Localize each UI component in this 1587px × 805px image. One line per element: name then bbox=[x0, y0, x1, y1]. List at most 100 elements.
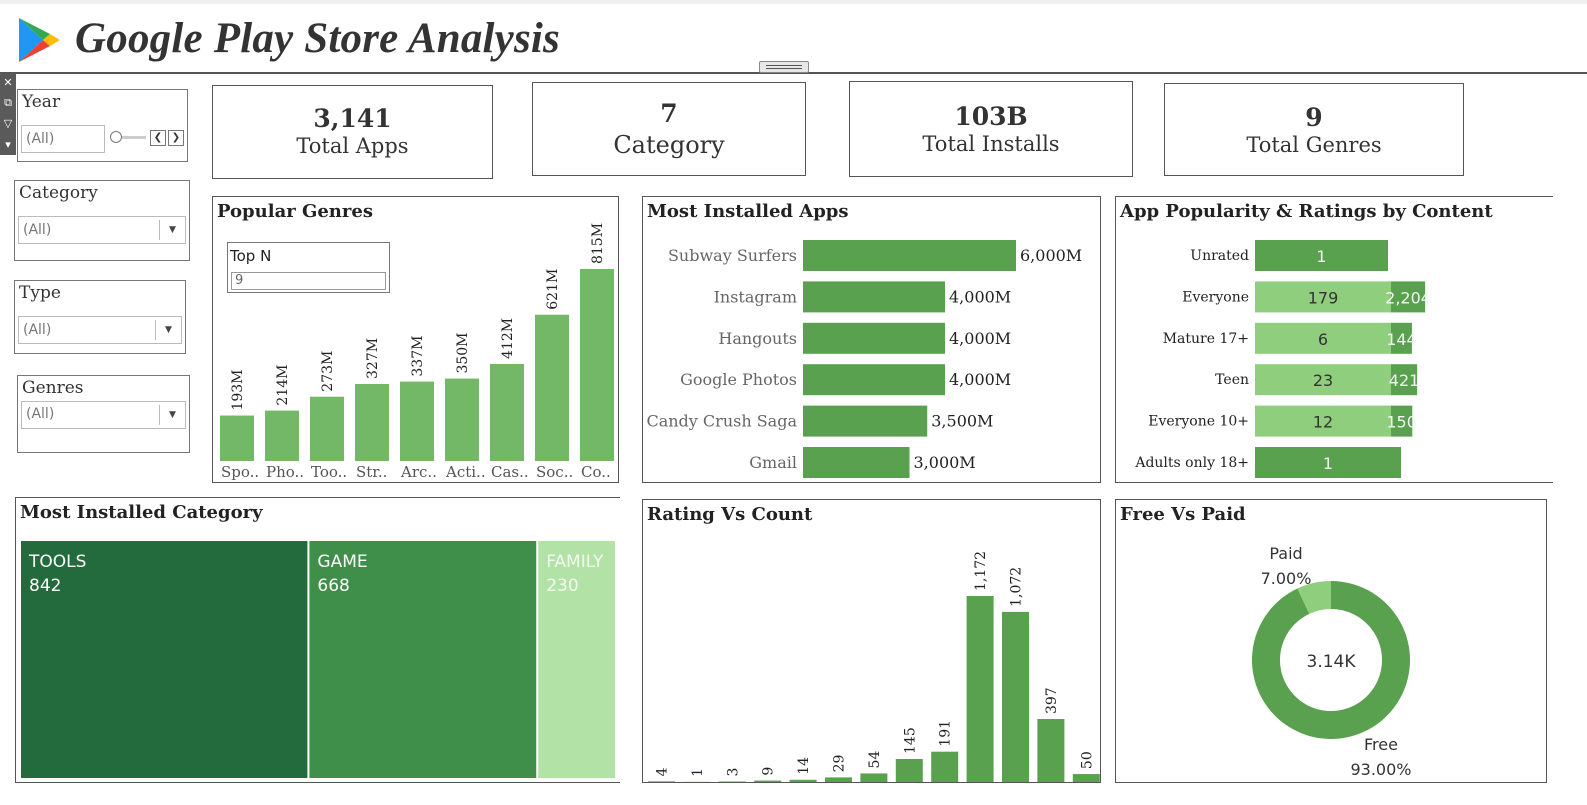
genre-data-label: 214M bbox=[275, 365, 291, 406]
floating-toolbar: ✕ ⧉ ▽ ▾ bbox=[0, 73, 16, 155]
rating-data-label: 4 bbox=[655, 767, 671, 776]
app-bar bbox=[803, 281, 945, 313]
kpi-total-apps-label: Total Apps bbox=[296, 134, 409, 158]
kpi-total-genres: 9 Total Genres bbox=[1164, 83, 1464, 176]
google-play-logo-icon bbox=[19, 18, 60, 62]
most-installed-apps-chart: Subway Surfers 6,000M Instagram 4,000M Hango… bbox=[646, 240, 1082, 478]
type-dropdown[interactable]: (All) ▼ bbox=[18, 316, 182, 344]
content-bar-label-high: 1 bbox=[1323, 454, 1333, 473]
more-options-icon[interactable]: ▾ bbox=[0, 135, 16, 155]
content-bar-label-low: 12 bbox=[1313, 413, 1333, 432]
free-label: Free bbox=[1364, 735, 1398, 754]
content-rating-label: Teen bbox=[1215, 372, 1249, 388]
year-input[interactable]: (All) bbox=[21, 125, 105, 153]
type-filter-label: Type bbox=[19, 283, 61, 303]
most-installed-apps-panel: Most Installed Apps Subway Surfers 6,000M… bbox=[642, 196, 1101, 483]
genre-bar bbox=[265, 410, 299, 461]
genres-filter-label: Genres bbox=[22, 378, 84, 398]
treemap-category-label: TOOLS bbox=[28, 552, 86, 572]
genre-data-label: 273M bbox=[320, 351, 336, 392]
rating-bar bbox=[860, 773, 888, 782]
app-bar bbox=[803, 405, 928, 437]
rating-vs-count-chart: 4 1 3 9 14 29 54 145 191 1,172 1,072 397 50 bbox=[648, 551, 1100, 782]
chevron-down-icon: ▼ bbox=[159, 405, 185, 425]
kpi-total-apps-value: 3,141 bbox=[313, 104, 392, 133]
rating-bar bbox=[895, 758, 923, 782]
free-vs-paid-chart: 3.14K Paid 7.00% Free 93.00% bbox=[1252, 544, 1412, 779]
app-name-label: Instagram bbox=[714, 287, 797, 306]
rating-data-label: 50 bbox=[1079, 751, 1095, 769]
rating-bar bbox=[931, 751, 959, 782]
app-value-label: 4,000M bbox=[949, 370, 1011, 389]
genre-tick-label: Spo.. bbox=[221, 463, 259, 481]
content-bar-label-low: 6 bbox=[1318, 330, 1328, 349]
close-icon[interactable]: ✕ bbox=[0, 73, 16, 93]
content-rating-chart: Unrated 1 Everyone 179 2,204 Mature 17+ 6 144 Te… bbox=[1134, 240, 1431, 478]
content-rating-label: Unrated bbox=[1190, 248, 1249, 264]
content-rating-label: Everyone bbox=[1182, 289, 1249, 305]
genre-data-label: 621M bbox=[545, 269, 561, 310]
open-external-icon[interactable]: ⧉ bbox=[0, 93, 16, 113]
treemap-value-label: 230 bbox=[546, 576, 578, 596]
popular-genres-panel: Popular Genres Top N 9 193M Spo.. 214M Pho.… bbox=[212, 196, 619, 483]
rating-data-label: 191 bbox=[938, 720, 954, 747]
filter-icon[interactable]: ▽ bbox=[0, 114, 16, 134]
popular-genres-chart: 193M Spo.. 214M Pho.. 273M Too.. 327M Str.. 337M… bbox=[220, 223, 614, 481]
page-title: Google Play Store Analysis bbox=[75, 15, 560, 62]
content-bar-label-high: 150 bbox=[1386, 413, 1417, 432]
year-filter: Year (All) ❮ ❯ bbox=[17, 89, 188, 162]
rating-vs-count-panel: Rating Vs Count 4 1 3 9 14 29 54 145 191 1,172 1,0… bbox=[642, 499, 1101, 783]
app-value-label: 6,000M bbox=[1020, 246, 1082, 265]
category-treemap: TOOLS 842 GAME 668 FAMILY 230 bbox=[21, 541, 615, 778]
most-installed-category-panel: Most Installed Category TOOLS 842 GAME 668 F… bbox=[15, 497, 620, 783]
content-bar-label-high: 421 bbox=[1389, 371, 1420, 390]
kpi-total-installs-value: 103B bbox=[954, 102, 1028, 131]
category-dropdown[interactable]: (All) ▼ bbox=[18, 216, 186, 244]
genre-data-label: 815M bbox=[590, 223, 606, 264]
content-rating-label: Adults only 18+ bbox=[1134, 455, 1249, 471]
genre-tick-label: Cas.. bbox=[491, 463, 529, 481]
content-rating-panel: App Popularity & Ratings by Content Unra… bbox=[1115, 196, 1553, 483]
year-slider-handle[interactable] bbox=[110, 131, 122, 143]
resize-handle[interactable] bbox=[759, 61, 809, 73]
rating-data-label: 9 bbox=[761, 767, 777, 776]
rating-data-label: 29 bbox=[832, 755, 848, 773]
kpi-total-genres-value: 9 bbox=[1305, 103, 1323, 132]
genre-bar bbox=[310, 396, 344, 461]
genre-bar bbox=[400, 381, 434, 461]
genres-filter: Genres (All) ▼ bbox=[17, 375, 190, 453]
genre-tick-label: Co.. bbox=[581, 463, 611, 481]
rating-data-label: 3 bbox=[725, 768, 741, 777]
next-icon[interactable]: ❯ bbox=[168, 130, 184, 146]
chevron-down-icon: ▼ bbox=[159, 220, 185, 240]
chevron-down-icon: ▼ bbox=[155, 320, 181, 340]
rating-data-label: 14 bbox=[796, 757, 812, 775]
app-value-label: 4,000M bbox=[949, 329, 1011, 348]
year-filter-label: Year bbox=[22, 92, 61, 112]
rating-data-label: 1,172 bbox=[973, 551, 989, 591]
year-slider-track[interactable] bbox=[122, 136, 146, 139]
rating-bar bbox=[1037, 718, 1065, 782]
rating-bar bbox=[1002, 611, 1029, 782]
kpi-total-genres-label: Total Genres bbox=[1246, 133, 1382, 157]
genre-bar bbox=[355, 383, 389, 461]
genre-tick-label: Acti.. bbox=[445, 463, 486, 481]
rating-bar bbox=[754, 780, 782, 782]
app-bar bbox=[803, 364, 945, 396]
previous-icon[interactable]: ❮ bbox=[150, 130, 166, 146]
app-value-label: 4,000M bbox=[949, 287, 1011, 306]
app-value-label: 3,500M bbox=[931, 412, 993, 431]
rating-data-label: 1,072 bbox=[1009, 567, 1025, 607]
donut-center-label: 3.14K bbox=[1307, 652, 1357, 672]
paid-percent-label: 7.00% bbox=[1261, 569, 1312, 588]
free-vs-paid-panel: Free Vs Paid 3.14K Paid 7.00% Free 93.00% bbox=[1115, 499, 1547, 783]
paid-label: Paid bbox=[1269, 544, 1302, 563]
rating-data-label: 54 bbox=[867, 751, 883, 769]
genre-bar bbox=[445, 378, 479, 461]
kpi-category-label: Category bbox=[613, 131, 725, 159]
genres-dropdown[interactable]: (All) ▼ bbox=[21, 401, 186, 429]
app-name-label: Candy Crush Saga bbox=[646, 412, 797, 431]
genre-bar bbox=[220, 415, 254, 461]
content-rating-label: Everyone 10+ bbox=[1148, 414, 1249, 430]
top-strip bbox=[0, 0, 1587, 4]
